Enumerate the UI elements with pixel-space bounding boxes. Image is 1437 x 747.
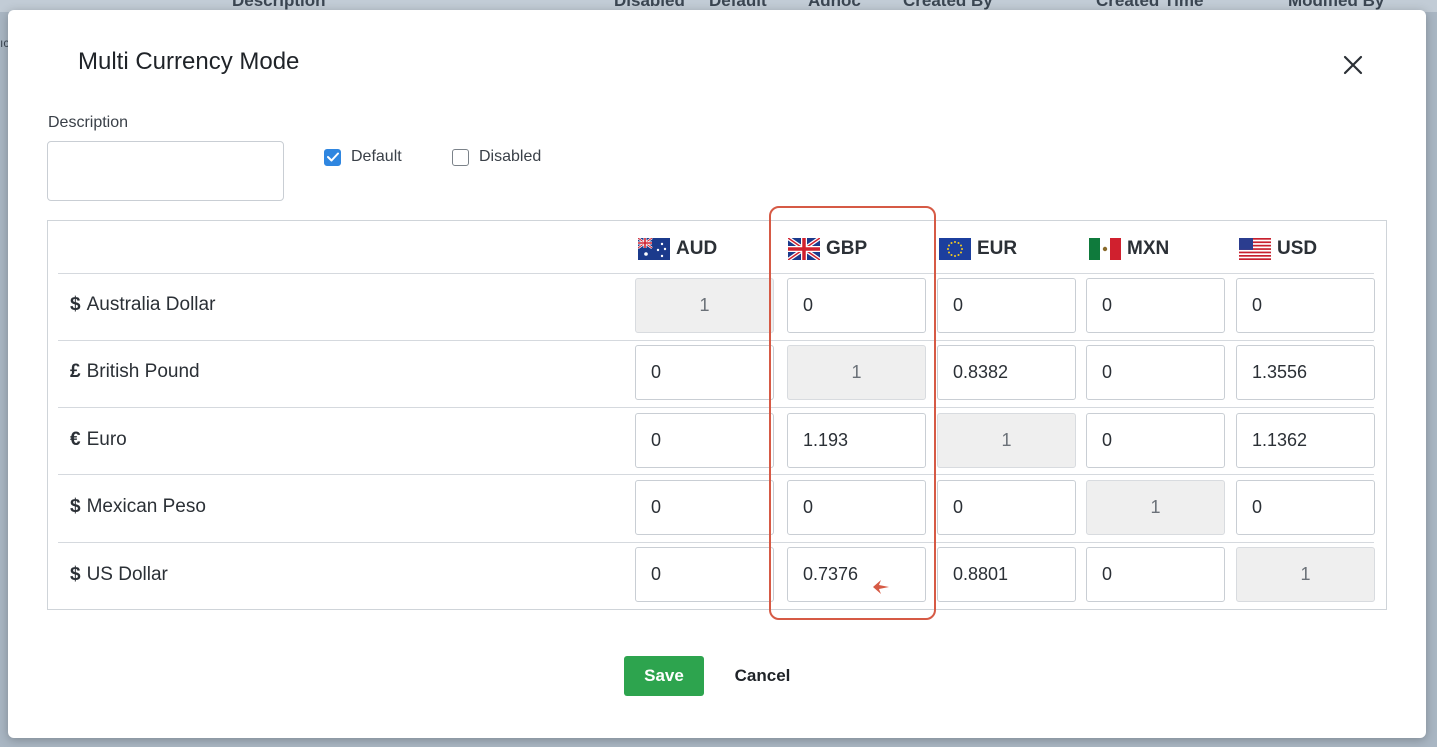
rate-cell-usd-eur[interactable] — [937, 547, 1076, 602]
rate-cell-eur-usd[interactable] — [1236, 413, 1375, 468]
row-label-mexican-peso: $ Mexican Peso — [70, 496, 206, 517]
rate-cell-mxn-mxn — [1086, 480, 1225, 535]
mexico-flag-icon — [1089, 238, 1121, 260]
column-header-aud: AUD — [638, 235, 717, 263]
column-header-gbp: GBP — [788, 235, 867, 263]
description-label: Description — [48, 114, 129, 131]
rate-cell-eur-mxn[interactable] — [1086, 413, 1225, 468]
close-button[interactable] — [1338, 50, 1368, 80]
row-label-euro: € Euro — [70, 429, 127, 450]
rate-cell-aud-mxn[interactable] — [1086, 278, 1225, 333]
row-label-australia-dollar: $ Australia Dollar — [70, 294, 216, 315]
column-header-usd: USD — [1239, 235, 1317, 263]
rate-cell-gbp-mxn[interactable] — [1086, 345, 1225, 400]
row-label-british-pound: £ British Pound — [70, 361, 200, 382]
rate-cell-usd-aud[interactable] — [635, 547, 774, 602]
checkbox-unchecked-icon — [452, 148, 469, 166]
disabled-label: Disabled — [479, 148, 542, 165]
row-divider — [58, 273, 1374, 274]
rate-cell-mxn-usd[interactable] — [1236, 480, 1375, 535]
rate-cell-gbp-eur[interactable] — [937, 345, 1076, 400]
rate-cell-gbp-gbp — [787, 345, 926, 400]
rate-cell-aud-eur[interactable] — [937, 278, 1076, 333]
cancel-button[interactable]: Cancel — [720, 656, 805, 696]
rate-cell-mxn-gbp[interactable] — [787, 480, 926, 535]
save-button[interactable]: Save — [624, 656, 704, 696]
modal-title: Multi Currency Mode — [78, 48, 300, 75]
rate-cell-eur-gbp[interactable] — [787, 413, 926, 468]
default-checkbox[interactable]: Default — [324, 148, 402, 166]
row-divider — [58, 407, 1374, 408]
rate-cell-usd-mxn[interactable] — [1086, 547, 1225, 602]
eu-flag-icon — [939, 238, 971, 260]
default-label: Default — [351, 148, 402, 165]
rate-cell-mxn-eur[interactable] — [937, 480, 1076, 535]
rate-cell-gbp-aud[interactable] — [635, 345, 774, 400]
checkbox-checked-icon — [324, 148, 341, 166]
column-header-mxn: MXN — [1089, 235, 1169, 263]
rate-cell-mxn-aud[interactable] — [635, 480, 774, 535]
rate-cell-usd-gbp[interactable] — [787, 547, 926, 602]
row-divider — [58, 340, 1374, 341]
rate-cell-eur-eur — [937, 413, 1076, 468]
uk-flag-icon — [788, 238, 820, 260]
currency-matrix: AUD GBP EUR MXN USD $ Australia Dollar £… — [47, 220, 1387, 610]
description-input[interactable] — [47, 141, 284, 201]
rate-cell-aud-usd[interactable] — [1236, 278, 1375, 333]
row-divider — [58, 542, 1374, 543]
australia-flag-icon — [638, 238, 670, 260]
multi-currency-modal: Multi Currency Mode Description Default … — [8, 10, 1426, 738]
rate-cell-aud-gbp[interactable] — [787, 278, 926, 333]
close-icon — [1343, 55, 1363, 75]
row-divider — [58, 474, 1374, 475]
rate-cell-eur-aud[interactable] — [635, 413, 774, 468]
rate-cell-gbp-usd[interactable] — [1236, 345, 1375, 400]
column-header-eur: EUR — [939, 235, 1017, 263]
cursor-marker-icon — [873, 580, 889, 594]
rate-cell-aud-aud — [635, 278, 774, 333]
disabled-checkbox[interactable]: Disabled — [452, 148, 541, 166]
us-flag-icon — [1239, 238, 1271, 260]
row-label-us-dollar: $ US Dollar — [70, 564, 168, 585]
rate-cell-usd-usd — [1236, 547, 1375, 602]
